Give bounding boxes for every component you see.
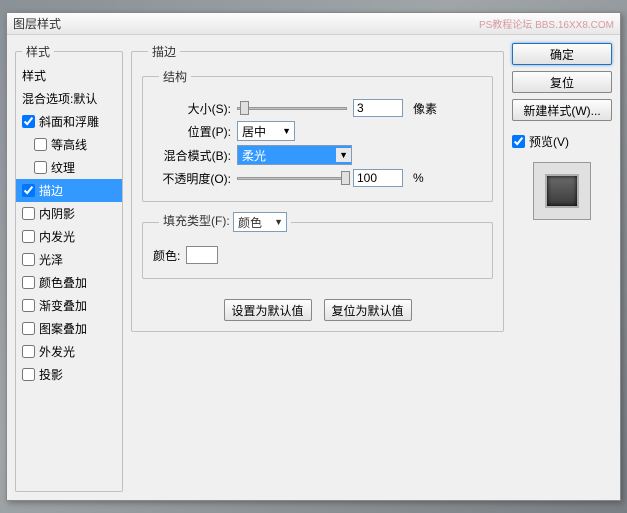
style-label: 描边 (39, 182, 63, 199)
size-unit: 像素 (413, 100, 437, 117)
size-slider[interactable] (237, 107, 347, 110)
style-checkbox[interactable] (34, 161, 47, 174)
style-item[interactable]: 等高线 (16, 133, 122, 156)
opacity-input[interactable] (353, 169, 403, 187)
style-label: 光泽 (39, 251, 63, 268)
style-label: 斜面和浮雕 (39, 113, 99, 130)
position-value: 居中 (242, 123, 266, 140)
opacity-slider[interactable] (237, 177, 347, 180)
chevron-down-icon: ▼ (336, 148, 351, 162)
blend-value: 柔光 (242, 147, 266, 164)
style-item[interactable]: 混合选项:默认 (16, 87, 122, 110)
style-label: 图案叠加 (39, 320, 87, 337)
style-item[interactable]: 光泽 (16, 248, 122, 271)
style-label: 内发光 (39, 228, 75, 245)
style-checkbox[interactable] (22, 253, 35, 266)
style-checkbox[interactable] (22, 276, 35, 289)
style-checkbox[interactable] (22, 322, 35, 335)
fill-group: 填充类型(F): 颜色 ▼ 颜色: (142, 212, 493, 279)
style-item[interactable]: 渐变叠加 (16, 294, 122, 317)
titlebar: 图层样式 PS教程论坛 BBS.16XX8.COM (7, 13, 620, 35)
fill-type-dropdown[interactable]: 颜色 ▼ (233, 212, 287, 232)
style-item[interactable]: 内发光 (16, 225, 122, 248)
structure-legend: 结构 (159, 68, 191, 85)
blend-mode-dropdown[interactable]: 柔光 ▼ (237, 145, 352, 165)
style-label: 投影 (39, 366, 63, 383)
color-label: 颜色: (153, 247, 180, 264)
style-checkbox[interactable] (22, 184, 35, 197)
styles-legend: 样式 (22, 43, 54, 60)
color-swatch[interactable] (186, 246, 218, 264)
style-label: 等高线 (51, 136, 87, 153)
set-default-button[interactable]: 设置为默认值 (224, 299, 312, 321)
opacity-label: 不透明度(O): (153, 170, 231, 187)
size-input[interactable] (353, 99, 403, 117)
style-label: 渐变叠加 (39, 297, 87, 314)
chevron-down-icon: ▼ (282, 126, 291, 136)
preview-label: 预览(V) (529, 133, 569, 150)
style-item[interactable]: 颜色叠加 (16, 271, 122, 294)
style-checkbox[interactable] (22, 345, 35, 358)
style-checkbox[interactable] (22, 230, 35, 243)
preview-swatch (545, 174, 579, 208)
style-label: 内阴影 (39, 205, 75, 222)
style-label: 外发光 (39, 343, 75, 360)
size-label: 大小(S): (153, 100, 231, 117)
preview-checkbox[interactable] (512, 135, 525, 148)
style-label: 混合选项:默认 (22, 90, 97, 107)
style-item[interactable]: 样式 (16, 64, 122, 87)
preview-box (533, 162, 591, 220)
style-item[interactable]: 外发光 (16, 340, 122, 363)
position-label: 位置(P): (153, 123, 231, 140)
dialog-title: 图层样式 (13, 15, 61, 32)
style-item[interactable]: 投影 (16, 363, 122, 386)
style-item[interactable]: 图案叠加 (16, 317, 122, 340)
style-label: 样式 (22, 67, 46, 84)
style-checkbox[interactable] (22, 115, 35, 128)
style-item[interactable]: 内阴影 (16, 202, 122, 225)
cancel-button[interactable]: 复位 (512, 71, 612, 93)
style-checkbox[interactable] (22, 368, 35, 381)
fill-legend: 填充类型(F): 颜色 ▼ (159, 212, 291, 232)
reset-default-button[interactable]: 复位为默认值 (324, 299, 412, 321)
style-checkbox[interactable] (22, 299, 35, 312)
structure-group: 结构 大小(S): 像素 位置(P): 居中 ▼ (142, 68, 493, 202)
main-legend: 描边 (148, 43, 180, 60)
style-label: 颜色叠加 (39, 274, 87, 291)
watermark: PS教程论坛 BBS.16XX8.COM (479, 16, 614, 31)
chevron-down-icon: ▼ (274, 217, 283, 227)
right-panel: 确定 复位 新建样式(W)... 预览(V) (512, 43, 612, 492)
ok-button[interactable]: 确定 (512, 43, 612, 65)
style-label: 纹理 (51, 159, 75, 176)
style-checkbox[interactable] (34, 138, 47, 151)
new-style-button[interactable]: 新建样式(W)... (512, 99, 612, 121)
fill-type-label: 填充类型(F): (163, 214, 230, 228)
blend-label: 混合模式(B): (153, 147, 231, 164)
style-item[interactable]: 描边 (16, 179, 122, 202)
fill-type-value: 颜色 (238, 214, 262, 231)
styles-panel: 样式 样式混合选项:默认斜面和浮雕等高线纹理描边内阴影内发光光泽颜色叠加渐变叠加… (15, 43, 123, 492)
style-item[interactable]: 纹理 (16, 156, 122, 179)
opacity-unit: % (413, 171, 424, 185)
main-panel: 描边 结构 大小(S): 像素 位置(P): 居中 ▼ (131, 43, 504, 332)
style-item[interactable]: 斜面和浮雕 (16, 110, 122, 133)
style-checkbox[interactable] (22, 207, 35, 220)
position-dropdown[interactable]: 居中 ▼ (237, 121, 295, 141)
layer-style-dialog: 图层样式 PS教程论坛 BBS.16XX8.COM 样式 样式混合选项:默认斜面… (6, 12, 621, 501)
